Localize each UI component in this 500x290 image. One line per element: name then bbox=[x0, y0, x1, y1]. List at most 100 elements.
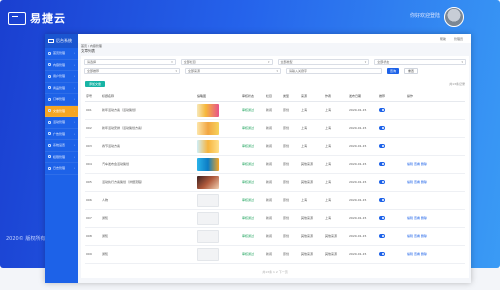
thumbnail-image bbox=[197, 103, 219, 117]
row-title[interactable]: 通知 bbox=[101, 227, 196, 246]
menu-icon bbox=[48, 86, 51, 90]
row-type: 原创 bbox=[282, 119, 300, 138]
row-author: 上海 bbox=[324, 119, 348, 138]
row-actions[interactable] bbox=[406, 119, 465, 138]
chevron-right-icon: › bbox=[73, 74, 75, 79]
recommend-toggle[interactable] bbox=[379, 216, 385, 220]
row-status: 审核通过 bbox=[241, 227, 265, 246]
row-date: 2020-01-15 bbox=[348, 209, 378, 228]
row-actions[interactable]: 编辑 查看 删除 bbox=[406, 245, 465, 264]
sidebar-item-label: 用户管理 bbox=[53, 74, 66, 79]
sidebar-item[interactable]: 广告管理 › bbox=[45, 129, 78, 140]
sidebar-item[interactable]: 日志管理 › bbox=[45, 163, 78, 175]
row-author: 上海 bbox=[324, 191, 348, 210]
row-actions[interactable]: 编辑 查看 删除 bbox=[406, 227, 465, 246]
table-row: 005 活动执行方案策划（详细流程） 审核通过 新闻 原创 其他来源 上海 2020-01-1… bbox=[85, 173, 465, 192]
row-number: 005 bbox=[85, 173, 101, 192]
chevron-right-icon: › bbox=[73, 51, 75, 56]
recommend-toggle[interactable] bbox=[379, 162, 385, 166]
table-row: 006 人物 审核通过 新闻 原创 上海 上海 2020-01-15 bbox=[85, 191, 465, 210]
sidebar-item[interactable]: 系统设置 › bbox=[45, 140, 78, 152]
row-column: 新闻 bbox=[265, 227, 282, 246]
row-actions[interactable]: 编辑 查看 删除 bbox=[406, 155, 465, 174]
row-actions[interactable]: 编辑 查看 删除 bbox=[406, 209, 465, 228]
add-article-button[interactable]: 添加文章 bbox=[85, 81, 106, 87]
sidebar-item[interactable]: 权限管理 › bbox=[45, 152, 78, 163]
sidebar-item-label: 广告管理 bbox=[53, 131, 66, 136]
row-title[interactable]: 通知 bbox=[101, 245, 196, 264]
pagination[interactable]: 共13条 1 2 下一页 bbox=[81, 270, 469, 274]
sidebar-item[interactable]: 用户管理 › bbox=[45, 71, 78, 83]
recommend-toggle[interactable] bbox=[379, 252, 385, 256]
sidebar-item[interactable]: 活动管理 › bbox=[45, 117, 78, 129]
filter-select[interactable]: 全部栏目 ▾ bbox=[180, 59, 273, 65]
thumbnail-image bbox=[197, 121, 219, 135]
chevron-down-icon: ▾ bbox=[171, 60, 173, 64]
sidebar-item[interactable]: 内容管理 › bbox=[45, 60, 78, 71]
menu-icon bbox=[48, 166, 51, 170]
reset-button[interactable]: 重置 bbox=[404, 68, 419, 74]
row-column: 新闻 bbox=[265, 209, 282, 228]
sidebar-item[interactable]: 订单管理 › bbox=[45, 94, 78, 106]
recommend-toggle[interactable] bbox=[379, 198, 385, 202]
row-status: 审核通过 bbox=[241, 191, 265, 210]
chevron-right-icon: › bbox=[73, 131, 75, 136]
chevron-right-icon: › bbox=[73, 120, 75, 125]
keyword-input[interactable]: 请输入关键字 bbox=[286, 68, 382, 74]
filter-value: 全部栏目 bbox=[183, 60, 196, 64]
row-status: 审核通过 bbox=[241, 137, 265, 156]
recommend-toggle[interactable] bbox=[379, 144, 385, 148]
row-number: 003 bbox=[85, 137, 101, 156]
account-menu[interactable]: 管理员 bbox=[454, 37, 463, 41]
sidebar-item[interactable]: 首页管理 › bbox=[45, 48, 78, 60]
column-header: 来源 bbox=[300, 92, 324, 102]
footer-copyright: 2020© 版权所有 bbox=[6, 236, 46, 242]
row-thumbnail-cell bbox=[196, 173, 241, 192]
row-title[interactable]: 新年活动方案（活动策划） bbox=[101, 101, 196, 120]
row-number: 004 bbox=[85, 155, 101, 174]
filter-select[interactable]: 全部来源 ▾ bbox=[185, 68, 281, 74]
row-source: 其他来源 bbox=[300, 209, 324, 228]
row-recommend-cell bbox=[378, 119, 406, 138]
row-status: 审核通过 bbox=[241, 119, 265, 138]
recommend-toggle[interactable] bbox=[379, 108, 385, 112]
user-avatar[interactable] bbox=[444, 7, 464, 27]
row-actions[interactable]: 编辑 查看 删除 bbox=[406, 173, 465, 192]
row-title[interactable]: 人物 bbox=[101, 191, 196, 210]
column-header: 推荐 bbox=[378, 92, 406, 102]
recommend-toggle[interactable] bbox=[379, 126, 385, 130]
filter-select[interactable]: 全部类型 ▾ bbox=[277, 59, 370, 65]
row-actions[interactable] bbox=[406, 101, 465, 120]
sidebar-item[interactable]: 商品管理 › bbox=[45, 83, 78, 94]
search-button[interactable]: 查询 bbox=[387, 68, 400, 74]
column-header: 标题名称 bbox=[101, 92, 196, 102]
sidebar-item[interactable]: 文章管理 › bbox=[45, 105, 78, 117]
chevron-down-icon: ▾ bbox=[267, 60, 270, 64]
row-title[interactable]: 活动执行方案策划（详细流程） bbox=[101, 173, 196, 192]
filter-value: 全部推荐 bbox=[87, 69, 100, 73]
row-title[interactable]: 新年活动安排（活动策划方案） bbox=[101, 119, 196, 138]
row-type: 原创 bbox=[282, 227, 300, 246]
row-title[interactable]: 汽车发布会活动策划 bbox=[101, 155, 196, 174]
row-recommend-cell bbox=[378, 245, 406, 264]
thumbnail-image bbox=[197, 211, 219, 225]
breadcrumb-path[interactable]: 首页 / 内容管理 bbox=[81, 44, 102, 48]
row-actions[interactable] bbox=[406, 137, 465, 156]
menu-icon bbox=[48, 155, 51, 159]
menu-icon bbox=[48, 51, 51, 55]
recommend-toggle[interactable] bbox=[379, 234, 385, 238]
row-date: 2020-01-15 bbox=[348, 155, 378, 174]
column-header: 序号 bbox=[85, 92, 101, 102]
filter-select[interactable]: 全部状态 ▾ bbox=[374, 59, 466, 65]
row-actions[interactable] bbox=[406, 191, 465, 210]
row-thumbnail-cell bbox=[196, 209, 241, 228]
row-title[interactable]: 通知 bbox=[101, 209, 196, 228]
sidebar-item-label: 系统设置 bbox=[53, 143, 66, 148]
help-link[interactable]: 帮助 bbox=[440, 37, 446, 41]
filter-select[interactable]: 请选择 ▾ bbox=[84, 59, 176, 65]
table-row: 001 新年活动方案（活动策划） 审核通过 新闻 原创 上海 上海 2020-01-15 bbox=[85, 101, 465, 120]
row-title[interactable]: 春节活动方案 bbox=[101, 137, 196, 156]
recommend-toggle[interactable] bbox=[379, 180, 385, 184]
chevron-down-icon: ▾ bbox=[276, 69, 278, 73]
filter-select[interactable]: 全部推荐 ▾ bbox=[84, 68, 180, 74]
